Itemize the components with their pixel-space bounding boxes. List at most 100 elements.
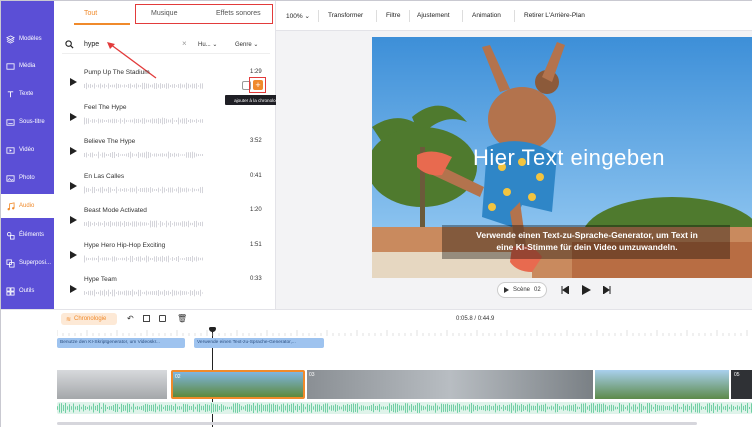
track-duration: 0:33 [250, 276, 262, 282]
filter-dropdown[interactable]: Hu... ⌄ [198, 41, 217, 48]
video-clip-selected[interactable]: 02 [171, 370, 305, 399]
sidebar-item-texte[interactable]: Texte [1, 82, 54, 106]
video-clip[interactable]: 03 [307, 370, 593, 399]
track-row[interactable]: Beast Mode Activated 1:20 [54, 204, 270, 238]
copy-icon[interactable] [159, 315, 166, 322]
layers-icon [5, 34, 15, 44]
shapes-icon [5, 230, 15, 240]
search-input[interactable]: hype [84, 41, 99, 48]
chronologie-button[interactable]: ≋ Chronologie [61, 313, 117, 325]
play-icon[interactable] [70, 78, 77, 86]
sidebar-item-audio[interactable]: Audio [1, 194, 54, 218]
sidebar-item-label: Photo [19, 175, 35, 181]
play-button[interactable] [582, 285, 591, 295]
track-title: Feel The Hype [84, 104, 127, 111]
sidebar-item-photo[interactable]: Photo [1, 166, 54, 190]
play-icon[interactable] [70, 147, 77, 155]
undo-icon[interactable]: ↶ [127, 314, 134, 323]
chevron-down-icon: ⌄ [212, 42, 218, 48]
video-title-text[interactable]: Hier Text eingeben [473, 145, 665, 171]
track-duration: 0:41 [250, 173, 262, 179]
text-clip-label: Benutze den KI-Skriptgenerator, um Video… [60, 340, 160, 345]
tab-tout[interactable]: Tout [84, 10, 97, 17]
sidebar-item-label: Audio [19, 203, 35, 209]
video-clip[interactable]: 05 [731, 370, 752, 399]
filtre-button[interactable]: Filtre [386, 12, 400, 19]
play-icon [504, 287, 509, 293]
scene-selector[interactable]: Scène 02 [497, 282, 547, 298]
video-subtitle-line-1[interactable]: Verwende einen Text-zu-Sprache-Generator… [447, 230, 727, 240]
text-clip-label: Verwende einen Text-zu-Sprache-Generator… [197, 340, 296, 345]
audio-track[interactable] [57, 402, 752, 414]
chronologie-label: Chronologie [74, 316, 107, 322]
timeline-icon: ≋ [66, 316, 72, 323]
sidebar-item-media[interactable]: Média [1, 54, 54, 78]
audio-panel: Tout Musique Effets sonores hype × Hu...… [54, 1, 328, 309]
horizontal-scrollbar[interactable] [57, 422, 697, 425]
video-canvas[interactable]: Hier Text eingeben Verwende einen Text-z… [372, 37, 752, 278]
video-clip[interactable] [57, 370, 167, 399]
play-icon[interactable] [70, 182, 77, 190]
play-icon[interactable] [70, 113, 77, 121]
subtitle-icon [5, 117, 15, 127]
folder-icon [5, 61, 15, 71]
sidebar-item-outils[interactable]: Outils [1, 279, 54, 303]
play-icon[interactable] [70, 216, 77, 224]
clip-number: 05 [734, 372, 740, 378]
play-icon[interactable] [70, 285, 77, 293]
delete-icon[interactable]: 🗑 [177, 314, 187, 323]
track-row[interactable]: Believe The Hype 3:52 [54, 135, 270, 169]
tools-icon [5, 286, 15, 296]
highlight-box-add [249, 77, 266, 93]
genre-dropdown[interactable]: Genre ⌄ [235, 41, 258, 48]
search-row: hype × Hu... ⌄ Genre ⌄ [62, 36, 270, 54]
divider [462, 10, 463, 22]
waveform [84, 82, 203, 90]
sidebar-item-label: Superposi... [19, 260, 52, 266]
play-icon[interactable] [70, 251, 77, 259]
sidebar-item-video[interactable]: Vidéo [1, 138, 54, 162]
waveform [84, 151, 203, 159]
sidebar-item-modeles[interactable]: Modèles [1, 27, 54, 51]
sidebar-item-sous-titre[interactable]: Sous-titre [1, 110, 54, 134]
skip-forward-icon[interactable] [603, 286, 611, 294]
skip-back-icon[interactable] [561, 286, 569, 294]
track-row[interactable]: Hype Hero Hip-Hop Exciting 1:51 [54, 239, 270, 273]
divider [376, 10, 377, 22]
sidebar-item-label: Texte [19, 91, 34, 97]
remove-background-button[interactable]: Retirer L'Arrière-Plan [524, 12, 585, 19]
track-title: Beast Mode Activated [84, 207, 147, 214]
track-row[interactable]: En Las Calles 0:41 [54, 170, 270, 204]
divider [318, 10, 319, 22]
chevron-down-icon: ⌄ [304, 13, 310, 20]
video-clip[interactable] [595, 370, 729, 399]
divider [409, 10, 410, 22]
overlay-icon [5, 258, 15, 268]
track-title: En Las Calles [84, 173, 125, 180]
sidebar-item-label: Outils [19, 288, 35, 294]
clear-search-icon[interactable]: × [182, 39, 187, 48]
text-clip[interactable]: Benutze den KI-Skriptgenerator, um Video… [57, 338, 185, 348]
animation-button[interactable]: Animation [472, 12, 501, 19]
active-tab-indicator [74, 23, 130, 25]
sidebar-item-superposition[interactable]: Superposi... [1, 251, 54, 275]
genre-dropdown-label: Genre [235, 42, 252, 48]
sidebar-item-elements[interactable]: Éléments [1, 223, 54, 247]
ajustement-button[interactable]: Ajustement [417, 12, 450, 19]
track-title: Pump Up The Stadium [84, 69, 150, 76]
track-row[interactable]: Hype Team 0:33 [54, 273, 270, 307]
transformer-button[interactable]: Transformer [328, 12, 363, 19]
track-row[interactable]: Feel The Hype [54, 101, 270, 135]
music-icon [5, 201, 15, 211]
clip-number: 02 [175, 374, 181, 380]
video-subtitle-line-2[interactable]: eine KI-Stimme für dein Video umzuwandel… [447, 242, 727, 252]
time-readout: 0:05.8 / 0:44.9 [456, 316, 495, 322]
split-icon[interactable] [143, 315, 150, 322]
timeline-ruler [57, 330, 748, 336]
audio-waveform [57, 403, 752, 413]
scene-number: 02 [534, 287, 541, 293]
sidebar-item-label: Sous-titre [19, 119, 45, 125]
track-title: Hype Team [84, 276, 117, 283]
zoom-dropdown[interactable]: 100% ⌄ [286, 12, 310, 20]
text-clip[interactable]: Verwende einen Text-zu-Sprache-Generator… [194, 338, 324, 348]
